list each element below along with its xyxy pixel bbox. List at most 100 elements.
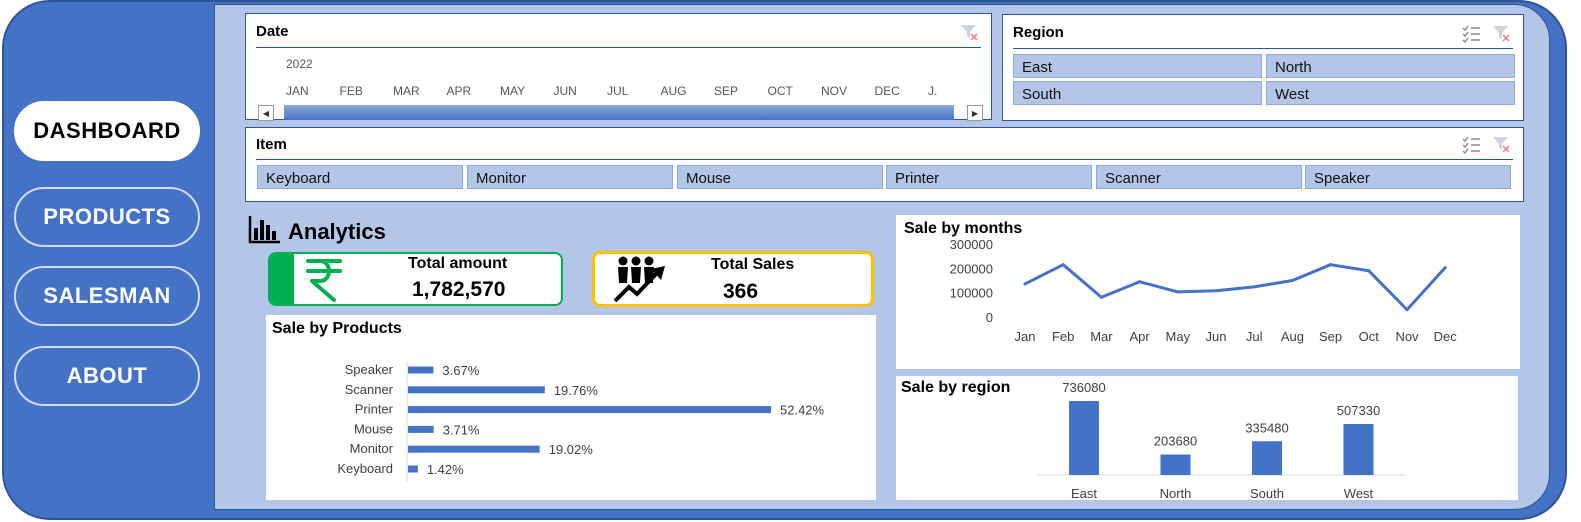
bar-chart-icon: [248, 214, 282, 249]
nav-dashboard-button[interactable]: DASHBOARD: [14, 101, 200, 161]
series-line: [1024, 263, 1447, 312]
scroll-right-icon[interactable]: ▶: [967, 105, 983, 121]
y-tick-label: 0: [986, 310, 993, 325]
kpi-accent-stripe: [270, 254, 294, 304]
bar: [408, 465, 418, 473]
region-chip-east[interactable]: East: [1013, 54, 1262, 78]
multi-select-icon[interactable]: [1461, 23, 1481, 48]
data-label: 3.67%: [442, 363, 479, 378]
scroll-left-icon[interactable]: ◀: [258, 105, 274, 121]
region-chip-south[interactable]: South: [1013, 81, 1262, 105]
timeline-month-label[interactable]: NOV: [821, 84, 875, 98]
y-tick-label: 300000: [950, 237, 993, 252]
region-slicer: Region East North South West: [1002, 14, 1524, 121]
data-point: [1405, 308, 1409, 312]
clear-filter-icon[interactable]: [1491, 134, 1511, 159]
clear-filter-icon[interactable]: [959, 22, 979, 47]
kpi-total-amount-label: Total amount: [408, 255, 508, 272]
people-growth-icon: [613, 255, 677, 304]
bar: [408, 366, 434, 374]
item-chip-keyboard[interactable]: Keyboard: [257, 165, 463, 189]
timeline-month-label[interactable]: J.: [928, 84, 940, 98]
x-tick-label: Jul: [1246, 329, 1263, 344]
nav-products-button[interactable]: PRODUCTS: [14, 187, 200, 247]
category-label: Keyboard: [337, 461, 393, 476]
item-chip-printer[interactable]: Printer: [886, 165, 1092, 189]
timeline-month-label[interactable]: JUN: [554, 84, 608, 98]
region-chip-north[interactable]: North: [1266, 54, 1515, 78]
data-point: [1099, 295, 1103, 299]
data-label: 507330: [1337, 403, 1380, 418]
item-chip-mouse[interactable]: Mouse: [677, 165, 883, 189]
timeline-month-label[interactable]: MAR: [393, 84, 447, 98]
bar: [408, 425, 434, 433]
bar: [1160, 454, 1191, 475]
data-point: [1329, 263, 1333, 267]
timeline-month-label[interactable]: JUL: [607, 84, 661, 98]
x-tick-label: Dec: [1434, 329, 1458, 344]
timeline-month-label[interactable]: DEC: [875, 84, 929, 98]
clear-filter-icon[interactable]: [1491, 23, 1511, 48]
data-point: [1290, 279, 1294, 282]
data-label: 1.42%: [427, 462, 464, 477]
category-label: Monitor: [350, 441, 394, 456]
item-chip-speaker[interactable]: Speaker: [1305, 165, 1511, 189]
data-point: [1061, 263, 1065, 267]
slicer-divider: [256, 159, 1513, 160]
timeline-month-label[interactable]: APR: [447, 84, 501, 98]
item-slicer-title: Item: [256, 136, 287, 153]
data-label: 3.71%: [443, 422, 480, 437]
timeline-month-label[interactable]: JAN: [286, 84, 340, 98]
date-timeline-slicer[interactable]: Date 2022 JAN FEB MAR APR MAY JUN JUL AUG SEP OCT…: [245, 13, 992, 121]
timeline-month-label[interactable]: MAY: [500, 84, 554, 98]
months-line-chart-svg: 300000 200000 100000 0 Jan Feb Mar Apr May Jun Jul…: [950, 237, 1458, 344]
sale-by-products-chart: Sale by Products Speaker 3.67% Scanner 19.7…: [266, 315, 876, 500]
category-label: East: [1071, 486, 1097, 500]
y-tick-label: 200000: [950, 261, 993, 276]
category-label: South: [1250, 486, 1284, 500]
nav-salesman-button[interactable]: SALESMAN: [14, 266, 200, 326]
bar: [408, 445, 540, 453]
data-label: 736080: [1062, 380, 1105, 395]
timeline-selection-bar[interactable]: [284, 105, 954, 120]
products-bar-chart-svg: Speaker 3.67% Scanner 19.76% Printer 52.42% Mo…: [337, 362, 825, 483]
data-point: [1023, 282, 1027, 286]
timeline-month-label[interactable]: OCT: [768, 84, 822, 98]
x-tick-label: Nov: [1395, 329, 1419, 344]
rupee-icon: [304, 256, 344, 304]
timeline-month-label[interactable]: AUG: [661, 84, 715, 98]
bar: [408, 406, 771, 414]
item-chip-scanner[interactable]: Scanner: [1096, 165, 1302, 189]
region-slicer-title: Region: [1013, 24, 1064, 41]
bar: [408, 386, 545, 394]
data-point: [1367, 269, 1371, 273]
x-tick-label: Mar: [1090, 329, 1113, 344]
kpi-total-sales-card: Total Sales 366: [592, 251, 874, 307]
sale-by-months-chart: Sale by months 300000 200000 100000 0 Jan Feb…: [896, 215, 1520, 369]
x-tick-label: Jun: [1206, 329, 1227, 344]
bar: [1069, 401, 1099, 475]
sale-by-region-chart: Sale by region 736080 East 203680 North 3354…: [896, 376, 1518, 500]
item-chip-monitor[interactable]: Monitor: [467, 165, 673, 189]
item-slicer: Item Keyboard Monitor Mouse Printer Scan…: [245, 127, 1524, 202]
x-tick-label: Feb: [1052, 329, 1074, 344]
x-tick-label: Aug: [1281, 329, 1304, 344]
category-label: Mouse: [354, 421, 393, 436]
timeline-month-label[interactable]: FEB: [340, 84, 394, 98]
x-tick-label: Jan: [1015, 329, 1036, 344]
date-slicer-title: Date: [256, 23, 289, 40]
analytics-heading: Analytics: [248, 214, 386, 249]
kpi-total-sales-value: 366: [723, 280, 759, 303]
multi-select-icon[interactable]: [1461, 134, 1481, 159]
kpi-total-amount-card: Total amount 1,782,570: [268, 252, 563, 306]
timeline-month-label[interactable]: SEP: [714, 84, 768, 98]
data-label: 52.42%: [780, 403, 825, 418]
data-point: [1214, 289, 1218, 293]
region-chip-west[interactable]: West: [1266, 81, 1515, 105]
category-label: Speaker: [345, 362, 394, 377]
data-label: 335480: [1245, 420, 1288, 435]
category-label: West: [1344, 486, 1374, 500]
kpi-total-sales-label: Total Sales: [711, 256, 795, 273]
category-label: North: [1160, 486, 1192, 500]
nav-about-button[interactable]: ABOUT: [14, 346, 200, 406]
